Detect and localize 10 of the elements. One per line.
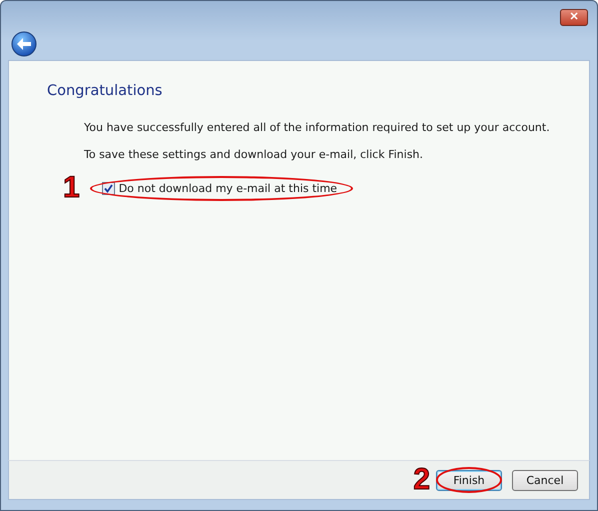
dialog-button[interactable]: Cancel — [512, 470, 578, 491]
instruction-text: You have successfully entered all of the information required to set up your account. — [84, 121, 551, 134]
annotation-number: 2 — [413, 465, 430, 495]
instruction-text: To save these settings and download your e-mail, click Finish. — [84, 148, 424, 161]
annotation-number: 1 — [63, 173, 80, 203]
dialog-button[interactable]: Finish — [436, 470, 502, 491]
annotation-ellipse — [436, 467, 502, 493]
checkbox[interactable] — [102, 182, 115, 194]
checkbox-label: Do not download my e-mail at this time — [118, 182, 338, 194]
page-heading: Congratulations — [47, 83, 164, 99]
